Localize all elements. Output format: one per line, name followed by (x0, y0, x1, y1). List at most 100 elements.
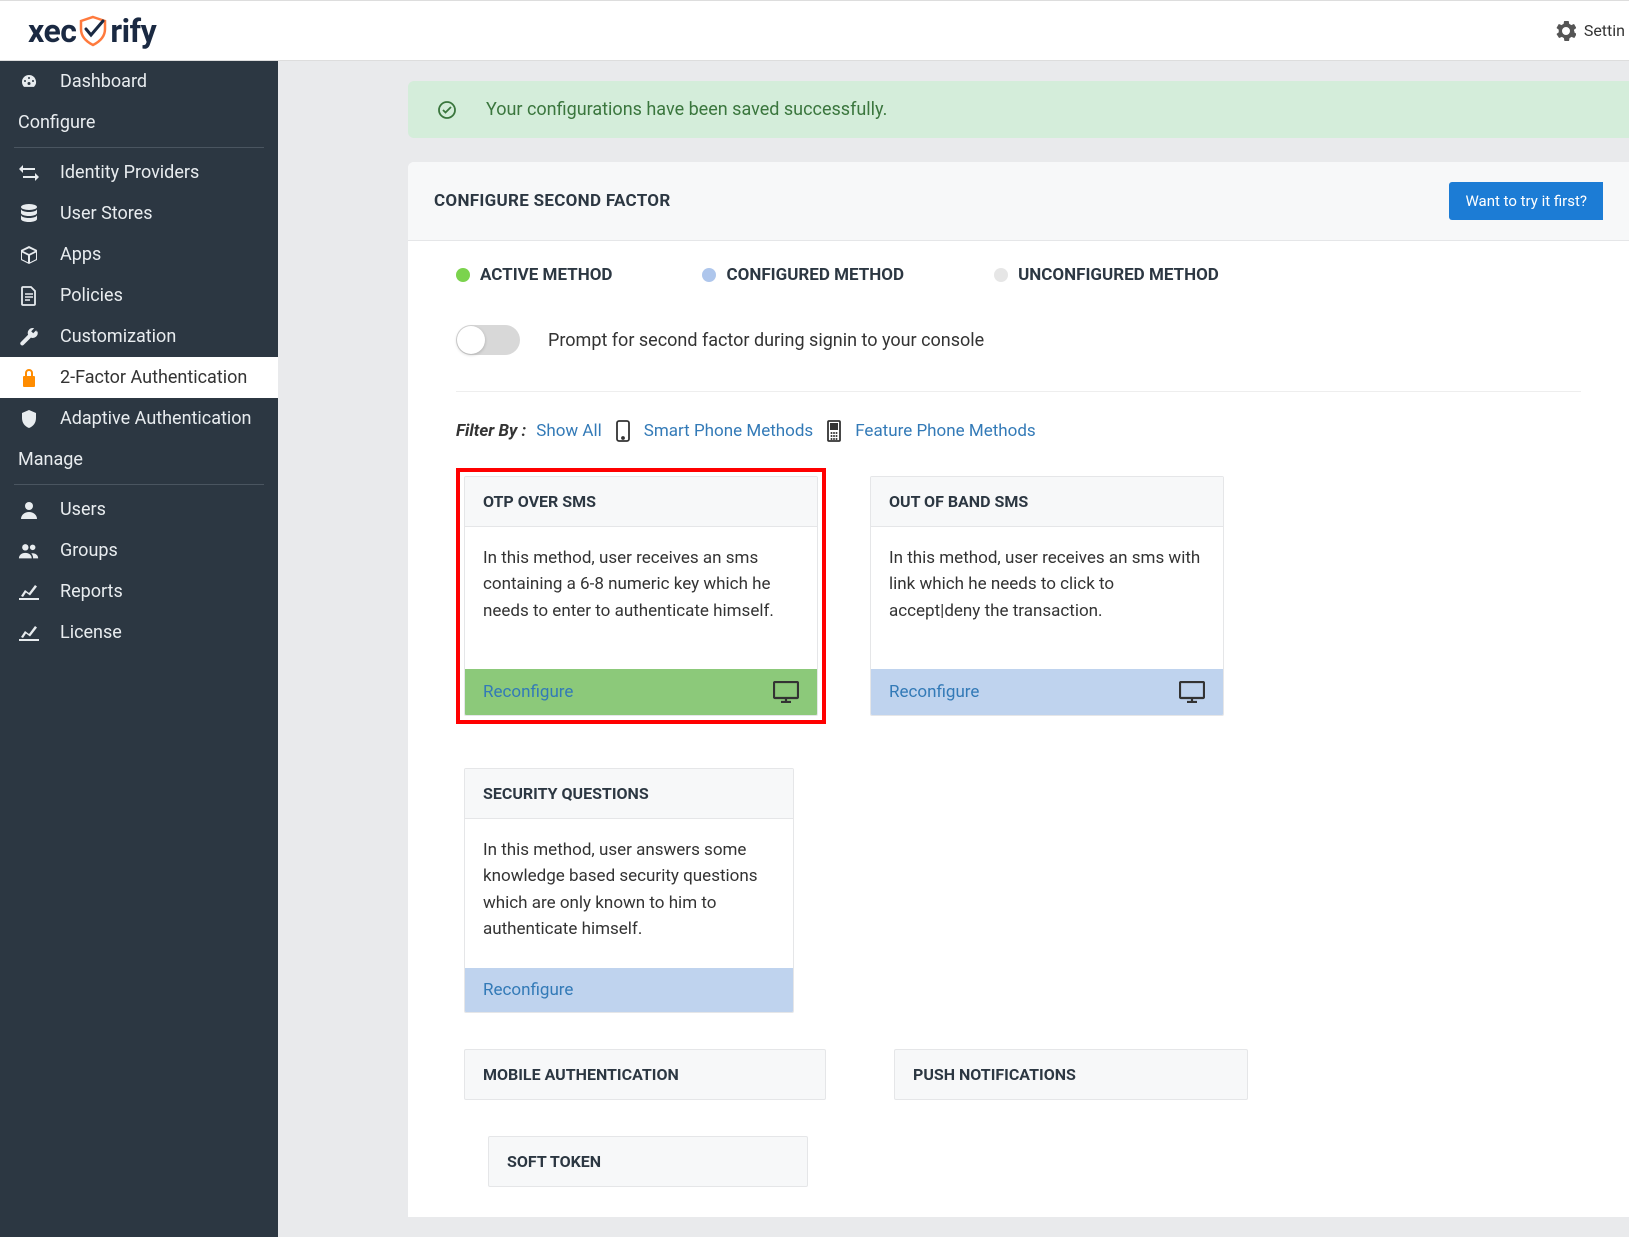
reconfigure-link: Reconfigure (483, 682, 573, 702)
sidebar-item-license[interactable]: License (0, 612, 278, 653)
settings-label: Settin (1584, 21, 1625, 40)
legend-dot-unconfigured (994, 268, 1008, 282)
header-settings[interactable]: Settin (1556, 21, 1629, 41)
sidebar-item-customization[interactable]: Customization (0, 316, 278, 357)
gear-icon (1556, 21, 1576, 41)
logo-shield-icon (78, 15, 108, 47)
main-content: Your configurations have been saved succ… (278, 61, 1629, 1237)
legend-configured: CONFIGURED METHOD (702, 265, 904, 285)
dashboard-icon (18, 72, 40, 92)
sidebar-item-reports[interactable]: Reports (0, 571, 278, 612)
card-footer-reconfigure[interactable]: Reconfigure (871, 669, 1223, 715)
sidebar-item-label: Dashboard (60, 71, 147, 92)
logo-text-1: xec (28, 12, 76, 50)
sidebar-divider (14, 484, 264, 485)
lock-icon (18, 368, 40, 388)
file-icon (18, 286, 40, 306)
sidebar-section-manage: Manage (0, 439, 278, 480)
monitor-icon (773, 681, 799, 703)
sidebar-item-user-stores[interactable]: User Stores (0, 193, 278, 234)
logo-text-2: rify (110, 12, 156, 50)
sidebar-item-label: Reports (60, 581, 123, 602)
wrench-icon (18, 327, 40, 347)
card-soft-token[interactable]: SOFT TOKEN (488, 1136, 808, 1187)
prompt-toggle[interactable] (456, 325, 520, 355)
exchange-icon (18, 165, 40, 181)
toggle-knob (457, 326, 485, 354)
legend-dot-configured (702, 268, 716, 282)
try-it-first-button[interactable]: Want to try it first? (1449, 182, 1603, 220)
filter-feature-phone[interactable]: Feature Phone Methods (855, 421, 1036, 441)
sidebar-item-label: 2-Factor Authentication (60, 367, 247, 388)
reconfigure-link: Reconfigure (889, 682, 979, 702)
card-footer-reconfigure[interactable]: Reconfigure (465, 669, 817, 715)
chart-icon (18, 625, 40, 641)
card-otp-sms-wrapper: OTP OVER SMS In this method, user receiv… (456, 468, 826, 724)
sidebar-item-label: Policies (60, 285, 123, 306)
sidebar-item-dashboard[interactable]: Dashboard (0, 61, 278, 102)
card-row-2: MOBILE AUTHENTICATION PUSH NOTIFICATIONS… (456, 1049, 1581, 1187)
database-icon (18, 204, 40, 224)
sidebar-item-label: Adaptive Authentication (60, 408, 251, 429)
check-circle-icon (438, 101, 456, 119)
sidebar-item-adaptive-auth[interactable]: Adaptive Authentication (0, 398, 278, 439)
header: xec rify Settin (0, 0, 1629, 61)
cube-icon (18, 245, 40, 265)
sidebar-item-label: Users (60, 499, 106, 520)
card-footer-reconfigure[interactable]: Reconfigure (465, 968, 793, 1012)
sidebar-item-groups[interactable]: Groups (0, 530, 278, 571)
card-title: OTP OVER SMS (465, 477, 817, 527)
filter-show-all[interactable]: Show All (536, 421, 602, 441)
prompt-toggle-row: Prompt for second factor during signin t… (456, 317, 1581, 392)
card-push-notifications[interactable]: PUSH NOTIFICATIONS (894, 1049, 1248, 1100)
chart-icon (18, 584, 40, 600)
legend-unconfigured: UNCONFIGURED METHOD (994, 265, 1219, 285)
sidebar-item-label: User Stores (60, 203, 153, 224)
alert-message: Your configurations have been saved succ… (486, 99, 887, 120)
shield-icon (18, 409, 40, 429)
card-otp-sms: OTP OVER SMS In this method, user receiv… (464, 476, 818, 716)
sidebar-item-policies[interactable]: Policies (0, 275, 278, 316)
card-body: In this method, user receives an sms wit… (871, 527, 1223, 669)
legend-dot-active (456, 268, 470, 282)
sidebar-item-identity-providers[interactable]: Identity Providers (0, 152, 278, 193)
sidebar-item-label: Groups (60, 540, 118, 561)
sidebar-item-label: Identity Providers (60, 162, 199, 183)
card-security-questions-wrapper: SECURITY QUESTIONS In this method, user … (456, 760, 802, 1021)
reconfigure-link: Reconfigure (483, 980, 573, 1000)
card-title: OUT OF BAND SMS (871, 477, 1223, 527)
success-alert: Your configurations have been saved succ… (408, 81, 1629, 138)
featurephone-icon (827, 420, 841, 442)
filter-row: Filter By : Show All Smart Phone Methods… (456, 420, 1581, 442)
sidebar-item-label: Apps (60, 244, 101, 265)
legend-active: ACTIVE METHOD (456, 265, 612, 285)
sidebar-item-users[interactable]: Users (0, 489, 278, 530)
toggle-label: Prompt for second factor during signin t… (548, 330, 984, 351)
card-grid: OTP OVER SMS In this method, user receiv… (456, 468, 1581, 1021)
user-icon (18, 500, 40, 520)
sidebar-item-label: License (60, 622, 122, 643)
card-title: SECURITY QUESTIONS (465, 769, 793, 819)
card-body: In this method, user answers some knowle… (465, 819, 793, 968)
sidebar-item-label: Customization (60, 326, 176, 347)
sidebar-item-apps[interactable]: Apps (0, 234, 278, 275)
method-legend: ACTIVE METHOD CONFIGURED METHOD UNCONFIG… (456, 265, 1581, 285)
panel: CONFIGURE SECOND FACTOR Want to try it f… (408, 162, 1629, 1217)
sidebar: Dashboard Configure Identity Providers U… (0, 61, 278, 1237)
card-mobile-auth[interactable]: MOBILE AUTHENTICATION (464, 1049, 826, 1100)
card-out-of-band-wrapper: OUT OF BAND SMS In this method, user rec… (862, 468, 1232, 724)
logo[interactable]: xec rify (28, 12, 156, 50)
sidebar-section-configure: Configure (0, 102, 278, 143)
sidebar-item-2fa[interactable]: 2-Factor Authentication (0, 357, 278, 398)
monitor-icon (1179, 681, 1205, 703)
users-icon (18, 542, 40, 560)
card-security-questions: SECURITY QUESTIONS In this method, user … (464, 768, 794, 1013)
panel-title: CONFIGURE SECOND FACTOR (434, 191, 671, 211)
smartphone-icon (616, 420, 630, 442)
panel-header: CONFIGURE SECOND FACTOR Want to try it f… (408, 162, 1629, 241)
filter-smart-phone[interactable]: Smart Phone Methods (644, 421, 813, 441)
card-body: In this method, user receives an sms con… (465, 527, 817, 669)
filter-label: Filter By : (456, 421, 526, 441)
sidebar-divider (14, 147, 264, 148)
card-out-of-band-sms: OUT OF BAND SMS In this method, user rec… (870, 476, 1224, 716)
